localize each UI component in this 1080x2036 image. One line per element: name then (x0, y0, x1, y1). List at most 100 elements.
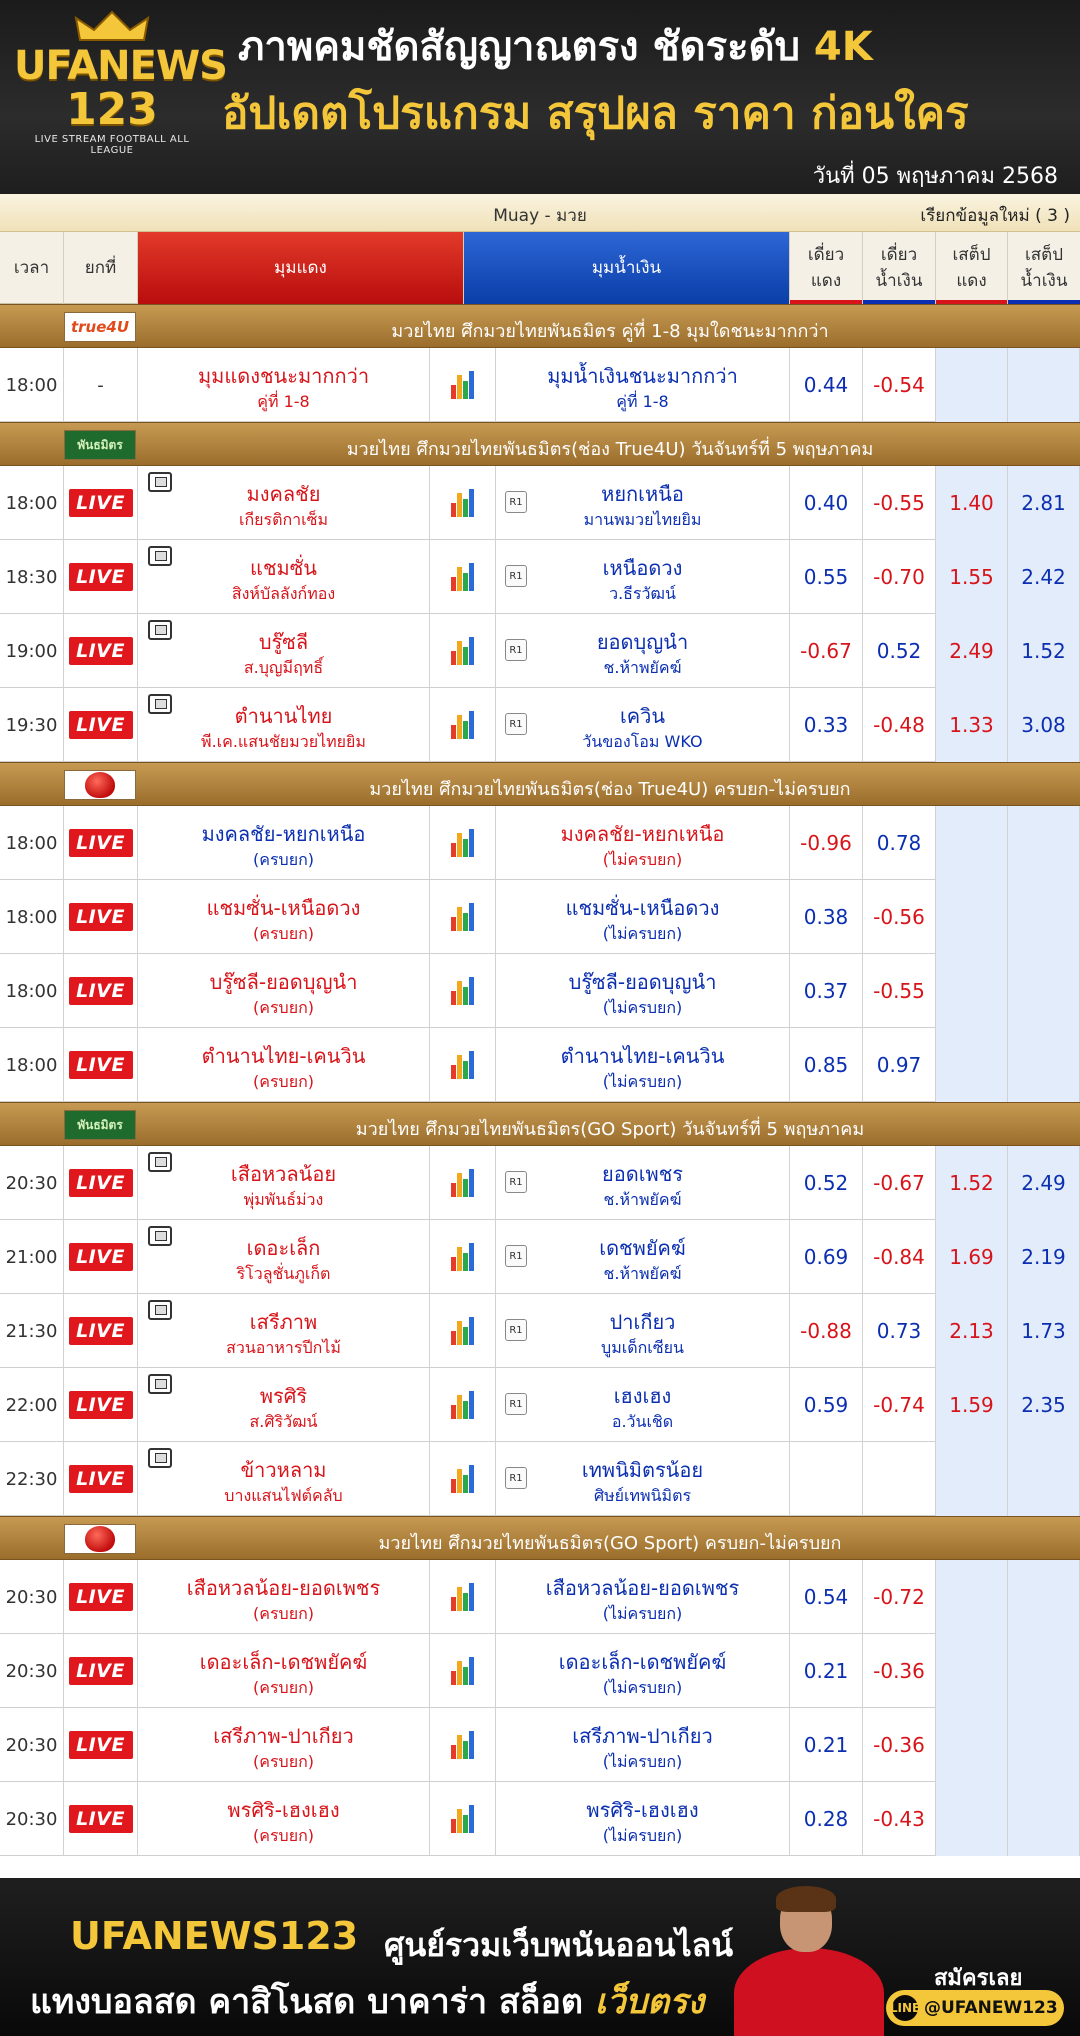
single-red-odds-cell[interactable]: 0.85 (790, 1028, 863, 1102)
live-button[interactable]: LIVE (68, 1391, 133, 1419)
live-button[interactable]: LIVE (68, 1657, 133, 1685)
stats-cell[interactable] (430, 466, 496, 540)
red-corner-cell[interactable]: เดอะเล็ก ริโวลูชั่นภูเก็ต (138, 1220, 430, 1294)
stats-cell[interactable] (430, 1560, 496, 1634)
single-blue-odds-cell[interactable]: -0.43 (863, 1782, 936, 1856)
live-button[interactable]: LIVE (68, 1583, 133, 1611)
single-blue-odds-cell[interactable]: -0.72 (863, 1560, 936, 1634)
blue-corner-cell[interactable]: R1 ยอดเพชร ช.ห้าพยัคฆ์ (496, 1146, 790, 1220)
stats-chart-icon[interactable] (450, 1583, 475, 1611)
set-red-odds-cell[interactable]: 1.33 (936, 688, 1008, 762)
table-row[interactable]: 18:00 LIVE ตำนานไทย-เคนวิน (ครบยก) ตำนานไทย-… (0, 1028, 1080, 1102)
refresh-link[interactable]: เรียกข้อมูลใหม่ ( 3 ) (920, 202, 1070, 229)
table-row[interactable]: 20:30 LIVE เสือหวลน้อย พุ่มพันธ์ม่วง R1 ยอดเพ… (0, 1146, 1080, 1220)
set-red-odds-cell[interactable]: 2.13 (936, 1294, 1008, 1368)
set-red-odds-cell[interactable] (936, 880, 1008, 954)
blue-corner-cell[interactable]: บรู๊ซลี-ยอดบุญนำ (ไม่ครบยก) (496, 954, 790, 1028)
set-blue-odds-cell[interactable] (1008, 880, 1080, 954)
single-red-odds-cell[interactable]: 0.21 (790, 1708, 863, 1782)
set-red-odds-cell[interactable] (936, 954, 1008, 1028)
live-button[interactable]: LIVE (68, 903, 133, 931)
single-red-odds-cell[interactable]: 0.33 (790, 688, 863, 762)
single-blue-odds-cell[interactable]: 0.97 (863, 1028, 936, 1102)
set-red-odds-cell[interactable] (936, 1782, 1008, 1856)
stats-chart-icon[interactable] (450, 489, 475, 517)
table-row[interactable]: 18:00- มุมแดงชนะมากกว่า คู่ที่ 1-8 มุมน้ำเง… (0, 348, 1080, 422)
live-button[interactable]: LIVE (68, 1317, 133, 1345)
table-row[interactable]: 19:30 LIVE ตำนานไทย พี.เค.แสนชัยมวยไทยยิม R1… (0, 688, 1080, 762)
single-red-odds-cell[interactable]: 0.28 (790, 1782, 863, 1856)
table-row[interactable]: 18:00 LIVE มงคลชัย-หยกเหนือ (ครบยก) มงคลชัย-… (0, 806, 1080, 880)
set-blue-odds-cell[interactable] (1008, 348, 1080, 422)
single-blue-odds-cell[interactable]: 0.78 (863, 806, 936, 880)
stats-chart-icon[interactable] (450, 977, 475, 1005)
stats-chart-icon[interactable] (450, 1657, 475, 1685)
stats-chart-icon[interactable] (450, 1317, 475, 1345)
single-blue-odds-cell[interactable]: -0.74 (863, 1368, 936, 1442)
red-corner-cell[interactable]: เสรีภาพ-ปาเกียว (ครบยก) (138, 1708, 430, 1782)
red-corner-cell[interactable]: แชมซั่น-เหนือดวง (ครบยก) (138, 880, 430, 954)
live-button[interactable]: LIVE (68, 563, 133, 591)
live-button[interactable]: LIVE (68, 637, 133, 665)
red-corner-cell[interactable]: บรู๊ซลี ส.บุญมีฤทธิ์ (138, 614, 430, 688)
set-red-odds-cell[interactable]: 1.55 (936, 540, 1008, 614)
table-row[interactable]: 20:30 LIVE พรศิริ-เฮงเฮง (ครบยก) พรศิริ-เฮงเ… (0, 1782, 1080, 1856)
set-red-odds-cell[interactable]: 1.59 (936, 1368, 1008, 1442)
single-blue-odds-cell[interactable]: -0.55 (863, 954, 936, 1028)
set-red-odds-cell[interactable]: 1.69 (936, 1220, 1008, 1294)
red-corner-cell[interactable]: มงคลชัย-หยกเหนือ (ครบยก) (138, 806, 430, 880)
set-red-odds-cell[interactable] (936, 1028, 1008, 1102)
stats-cell[interactable] (430, 1028, 496, 1102)
blue-corner-cell[interactable]: เสรีภาพ-ปาเกียว (ไม่ครบยก) (496, 1708, 790, 1782)
blue-corner-cell[interactable]: แชมซั่น-เหนือดวง (ไม่ครบยก) (496, 880, 790, 954)
stats-cell[interactable] (430, 688, 496, 762)
set-blue-odds-cell[interactable] (1008, 954, 1080, 1028)
set-blue-odds-cell[interactable]: 1.73 (1008, 1294, 1080, 1368)
table-row[interactable]: 21:00 LIVE เดอะเล็ก ริโวลูชั่นภูเก็ต R1 เดชพย… (0, 1220, 1080, 1294)
red-corner-cell[interactable]: เดอะเล็ก-เดชพยัคฆ์ (ครบยก) (138, 1634, 430, 1708)
live-button[interactable]: LIVE (68, 977, 133, 1005)
single-red-odds-cell[interactable]: 0.59 (790, 1368, 863, 1442)
single-blue-odds-cell[interactable]: -0.56 (863, 880, 936, 954)
blue-corner-cell[interactable]: R1 ปาเกียว บูมเด็กเซียน (496, 1294, 790, 1368)
set-red-odds-cell[interactable]: 1.52 (936, 1146, 1008, 1220)
single-red-odds-cell[interactable]: 0.69 (790, 1220, 863, 1294)
red-corner-cell[interactable]: ตำนานไทย พี.เค.แสนชัยมวยไทยยิม (138, 688, 430, 762)
single-blue-odds-cell[interactable]: -0.48 (863, 688, 936, 762)
set-red-odds-cell[interactable]: 1.40 (936, 466, 1008, 540)
set-blue-odds-cell[interactable]: 2.19 (1008, 1220, 1080, 1294)
blue-corner-cell[interactable]: R1 เหนือดวง ว.ธีรวัฒน์ (496, 540, 790, 614)
single-blue-odds-cell[interactable]: -0.54 (863, 348, 936, 422)
stats-chart-icon[interactable] (450, 1731, 475, 1759)
red-corner-cell[interactable]: มงคลชัย เกียรติกาเซ็ม (138, 466, 430, 540)
single-blue-odds-cell[interactable]: 0.52 (863, 614, 936, 688)
blue-corner-cell[interactable]: R1 เทพนิมิตรน้อย ศิษย์เทพนิมิตร (496, 1442, 790, 1516)
single-red-odds-cell[interactable]: 0.55 (790, 540, 863, 614)
live-button[interactable]: LIVE (68, 1051, 133, 1079)
live-button[interactable]: LIVE (68, 489, 133, 517)
single-blue-odds-cell[interactable]: -0.70 (863, 540, 936, 614)
single-red-odds-cell[interactable]: 0.54 (790, 1560, 863, 1634)
live-button[interactable]: LIVE (68, 1731, 133, 1759)
stats-chart-icon[interactable] (450, 1169, 475, 1197)
stats-cell[interactable] (430, 880, 496, 954)
stats-chart-icon[interactable] (450, 1391, 475, 1419)
set-red-odds-cell[interactable] (936, 806, 1008, 880)
single-red-odds-cell[interactable]: 0.52 (790, 1146, 863, 1220)
stats-cell[interactable] (430, 954, 496, 1028)
blue-corner-cell[interactable]: R1 เดชพยัคฆ์ ช.ห้าพยัคฆ์ (496, 1220, 790, 1294)
set-red-odds-cell[interactable] (936, 1442, 1008, 1516)
stats-chart-icon[interactable] (450, 563, 475, 591)
set-blue-odds-cell[interactable] (1008, 1442, 1080, 1516)
line-id-button[interactable]: LINE @UFANEW123 (886, 1990, 1064, 2026)
table-row[interactable]: 18:00 LIVE แชมซั่น-เหนือดวง (ครบยก) แชมซั่น-… (0, 880, 1080, 954)
set-red-odds-cell[interactable] (936, 348, 1008, 422)
red-corner-cell[interactable]: บรู๊ซลี-ยอดบุญนำ (ครบยก) (138, 954, 430, 1028)
set-blue-odds-cell[interactable] (1008, 1708, 1080, 1782)
set-blue-odds-cell[interactable]: 2.35 (1008, 1368, 1080, 1442)
set-blue-odds-cell[interactable]: 2.49 (1008, 1146, 1080, 1220)
single-red-odds-cell[interactable]: 0.40 (790, 466, 863, 540)
stats-chart-icon[interactable] (450, 637, 475, 665)
red-corner-cell[interactable]: เสือหวลน้อย พุ่มพันธ์ม่วง (138, 1146, 430, 1220)
stats-chart-icon[interactable] (450, 903, 475, 931)
